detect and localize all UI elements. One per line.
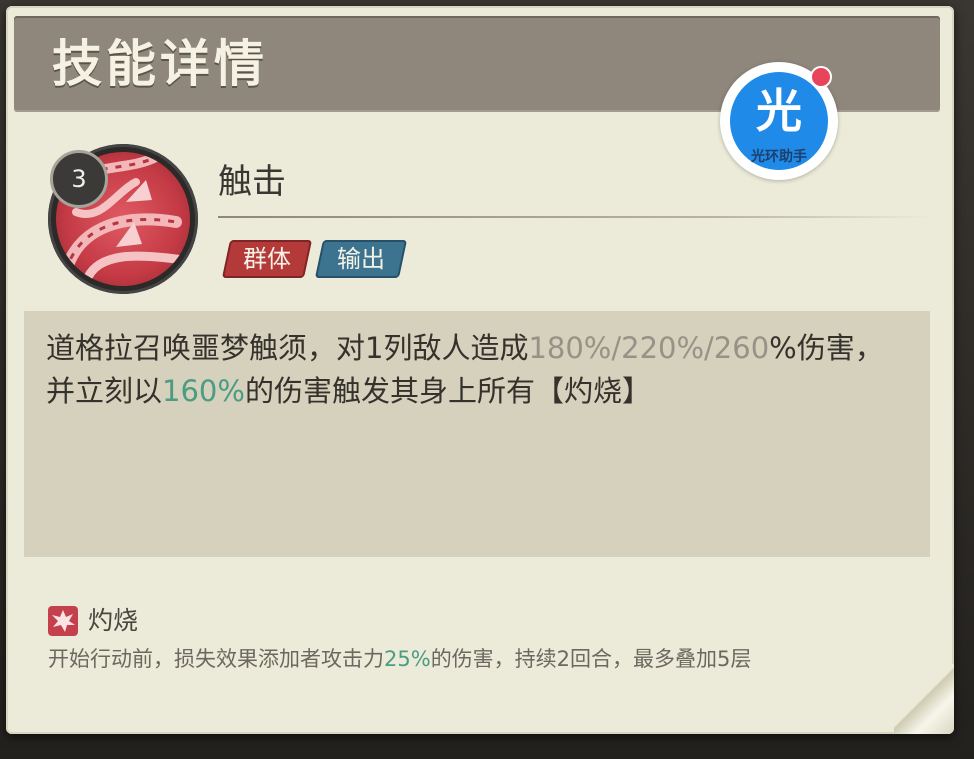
status-desc-text: 的伤害，持续2回合，最多叠加5层 [430, 647, 752, 671]
page-curl [894, 664, 954, 734]
skill-description-box: 道格拉召唤噩梦触须，对1列敌人造成180%/220%/260%伤害，并立刻以16… [24, 311, 930, 557]
desc-text: 的伤害触发其身上所有【灼烧】 [244, 374, 651, 408]
halo-assistant-watermark[interactable]: 光 光环助手 [720, 62, 838, 180]
status-effect-name: 灼烧 [88, 606, 139, 635]
desc-trigger-value: 160% [162, 374, 245, 408]
divider [218, 216, 932, 218]
skill-detail-panel: 技能详情 光 光环助手 3 触击 群体 输出 道格拉召唤噩梦触须，对1列敌人造成… [6, 6, 954, 734]
tag-label: 群体 [243, 245, 291, 273]
skill-description: 道格拉召唤噩梦触须，对1列敌人造成180%/220%/260%伤害，并立刻以16… [46, 327, 912, 413]
tag-label: 输出 [337, 245, 385, 273]
panel-title: 技能详情 [52, 35, 268, 93]
desc-scaling-values: 180%/220%/260 [528, 331, 770, 365]
status-desc-text: 开始行动前，损失效果添加者攻击力 [48, 647, 384, 671]
notification-dot [810, 66, 832, 88]
status-desc-value: 25% [384, 647, 431, 671]
status-effect-description: 开始行动前，损失效果添加者攻击力25%的伤害，持续2回合，最多叠加5层 [48, 644, 751, 674]
burn-icon [48, 606, 78, 636]
desc-text: 道格拉召唤噩梦触须，对1列敌人造成 [46, 331, 529, 365]
watermark-caption: 光环助手 [751, 149, 807, 165]
skill-name: 触击 [218, 162, 286, 202]
tag-damage: 输出 [314, 240, 408, 278]
tag-aoe: 群体 [221, 240, 313, 278]
watermark-glyph: 光 [756, 84, 802, 138]
skill-level-badge: 3 [50, 150, 108, 208]
